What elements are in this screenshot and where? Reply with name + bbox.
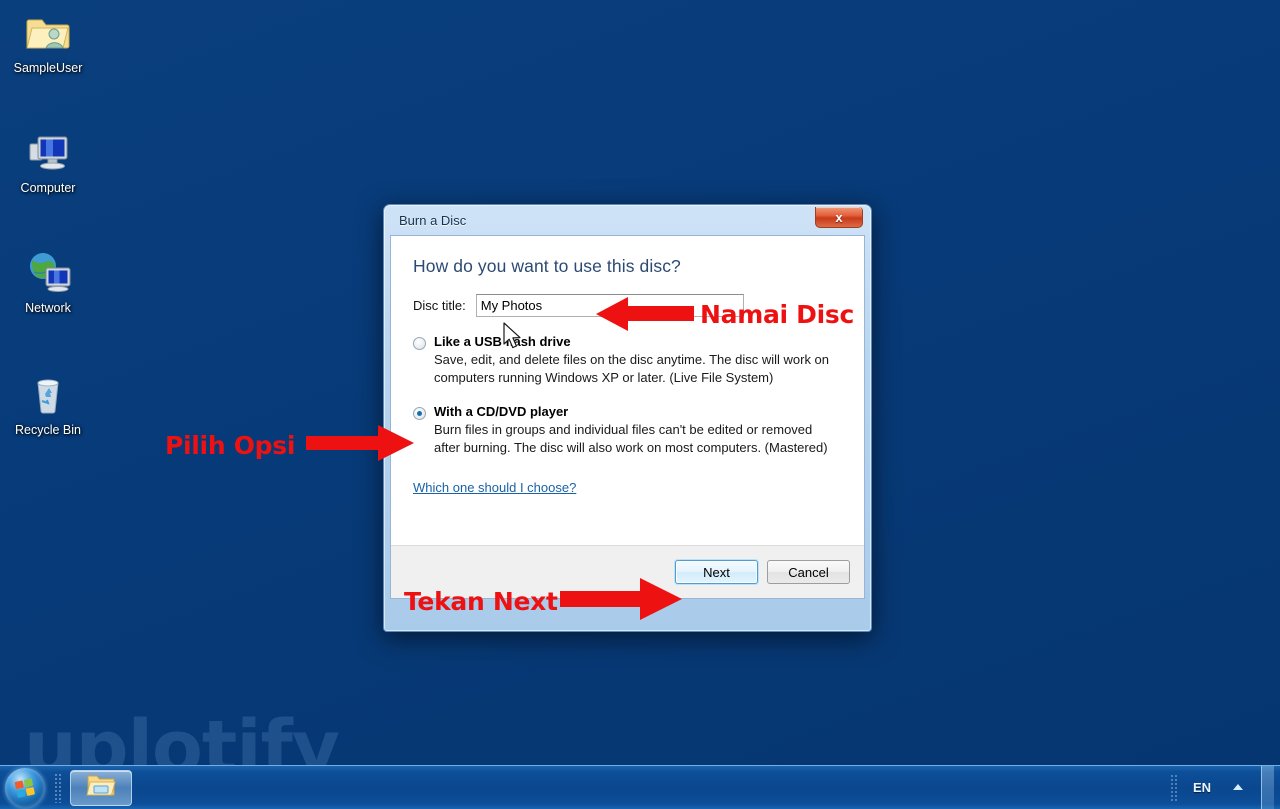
system-tray: EN xyxy=(1169,765,1280,809)
taskbar-grip[interactable] xyxy=(54,772,63,803)
close-icon[interactable]: x xyxy=(815,207,863,228)
taskbar: EN xyxy=(0,765,1280,809)
dialog-title: Burn a Disc xyxy=(399,212,467,228)
dialog-body: How do you want to use this disc? Disc t… xyxy=(390,235,865,599)
tray-language-indicator[interactable]: EN xyxy=(1193,780,1211,795)
annotation-arrow-left xyxy=(594,296,694,337)
desktop-icon-recycle-bin[interactable]: Recycle Bin xyxy=(2,370,94,438)
annotation-namai-disc: Namai Disc xyxy=(700,300,855,329)
radio-with-cd-dvd-player[interactable] xyxy=(413,407,426,420)
network-globe-icon xyxy=(24,248,72,296)
annotation-arrow-right-1 xyxy=(306,424,416,467)
burn-a-disc-dialog: Burn a Disc x How do you want to use thi… xyxy=(383,204,872,632)
user-folder-icon xyxy=(24,8,72,56)
cancel-button[interactable]: Cancel xyxy=(767,560,850,584)
windows-logo-icon xyxy=(5,767,45,808)
start-button[interactable] xyxy=(2,767,50,808)
option-description: Burn files in groups and individual file… xyxy=(434,422,828,455)
radio-like-usb-flash-drive[interactable] xyxy=(413,337,426,350)
desktop-icon-sampleuser[interactable]: SampleUser xyxy=(2,8,94,76)
option-title: With a CD/DVD player xyxy=(434,404,569,419)
disc-title-label: Disc title: xyxy=(413,298,466,313)
desktop-icon-label: Network xyxy=(25,301,71,315)
annotation-pilih-opsi: Pilih Opsi xyxy=(165,431,296,460)
option-with-cd-dvd-player[interactable]: With a CD/DVD player Burn files in group… xyxy=(413,404,842,456)
dialog-titlebar[interactable]: Burn a Disc x xyxy=(390,205,865,235)
annotation-arrow-right-2 xyxy=(560,576,685,627)
folder-icon xyxy=(86,772,116,803)
desktop-icon-computer[interactable]: Computer xyxy=(2,128,94,196)
desktop-icon-label: SampleUser xyxy=(13,61,83,75)
annotation-tekan-next: Tekan Next xyxy=(404,587,558,616)
show-desktop-button[interactable] xyxy=(1261,765,1274,809)
desktop-icon-label: Computer xyxy=(20,181,76,195)
option-description: Save, edit, and delete files on the disc… xyxy=(434,352,830,385)
computer-monitor-icon xyxy=(24,128,72,176)
chevron-up-icon[interactable] xyxy=(1231,779,1245,797)
desktop-icon-network[interactable]: Network xyxy=(2,248,94,316)
taskbar-item-windows-explorer[interactable] xyxy=(70,769,132,806)
recycle-bin-icon xyxy=(24,370,72,418)
option-like-usb-flash-drive[interactable]: Like a USB flash drive Save, edit, and d… xyxy=(413,334,842,386)
next-button[interactable]: Next xyxy=(675,560,758,584)
desktop-icon-label: Recycle Bin xyxy=(15,423,81,437)
which-one-should-i-choose-link[interactable]: Which one should I choose? xyxy=(413,480,576,495)
desktop: uplotify SampleUser Computer Network Rec… xyxy=(0,0,1280,809)
dialog-heading: How do you want to use this disc? xyxy=(413,256,681,276)
tray-grip xyxy=(1169,773,1179,802)
